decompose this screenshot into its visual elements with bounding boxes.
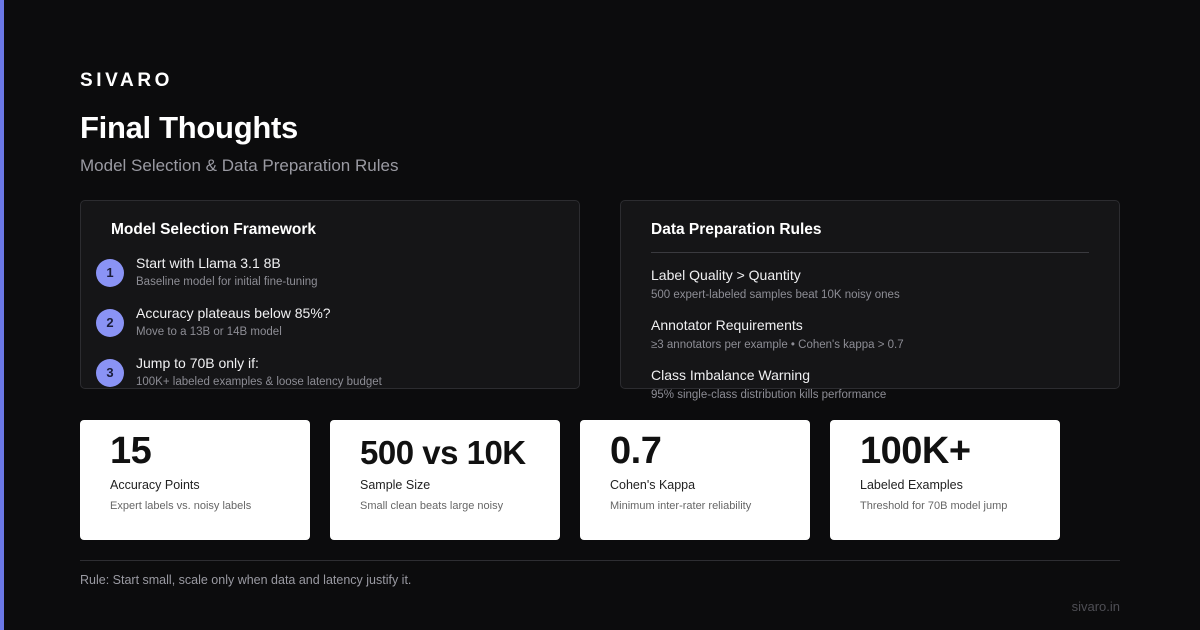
footer-divider (80, 560, 1120, 561)
step-title: Accuracy plateaus below 85%? (136, 305, 331, 321)
stat-description: Minimum inter-rater reliability (610, 500, 752, 512)
rule-title: Label Quality > Quantity (651, 267, 801, 283)
model-selection-panel: Model Selection Framework 1 Start with L… (80, 200, 580, 389)
step-number-badge: 2 (96, 309, 124, 337)
step-description: 100K+ labeled examples & loose latency b… (136, 376, 382, 388)
step-title: Start with Llama 3.1 8B (136, 255, 281, 271)
step-number-badge: 1 (96, 259, 124, 287)
rule-description: 500 expert-labeled samples beat 10K nois… (651, 289, 900, 301)
rule-description: ≥3 annotators per example • Cohen's kapp… (651, 339, 904, 351)
stat-card-accuracy: 15 Accuracy Points Expert labels vs. noi… (80, 420, 310, 540)
accent-bar (0, 0, 4, 630)
divider (651, 252, 1089, 253)
stat-description: Threshold for 70B model jump (860, 500, 1008, 512)
stat-value: 15 (110, 430, 152, 472)
page-title: Final Thoughts (80, 110, 298, 145)
stat-value: 500 vs 10K (360, 434, 526, 471)
stat-label: Accuracy Points (110, 478, 200, 492)
rule-description: 95% single-class distribution kills perf… (651, 389, 887, 401)
step-description: Move to a 13B or 14B model (136, 326, 282, 338)
stat-card-sample-size: 500 vs 10K Sample Size Small clean beats… (330, 420, 560, 540)
brand-logo: SIVARO (80, 70, 174, 91)
stat-value: 100K+ (860, 430, 971, 472)
footer-url[interactable]: sivaro.in (1072, 599, 1120, 614)
stat-label: Labeled Examples (860, 478, 963, 492)
step-number-badge: 3 (96, 359, 124, 387)
rule-title: Class Imbalance Warning (651, 367, 810, 383)
stat-description: Small clean beats large noisy (360, 500, 504, 512)
stat-label: Sample Size (360, 478, 431, 492)
page-subtitle: Model Selection & Data Preparation Rules (80, 156, 399, 175)
data-prep-heading: Data Preparation Rules (651, 221, 822, 238)
model-selection-heading: Model Selection Framework (111, 221, 316, 238)
footer-rule-text: Rule: Start small, scale only when data … (80, 573, 412, 587)
rule-title: Annotator Requirements (651, 317, 803, 333)
stat-value: 0.7 (610, 430, 662, 472)
stat-description: Expert labels vs. noisy labels (110, 500, 252, 512)
step-description: Baseline model for initial fine-tuning (136, 276, 318, 288)
stat-card-labeled-examples: 100K+ Labeled Examples Threshold for 70B… (830, 420, 1060, 540)
data-prep-panel: Data Preparation Rules Label Quality > Q… (620, 200, 1120, 401)
stat-label: Cohen's Kappa (610, 478, 696, 492)
step-title: Jump to 70B only if: (136, 355, 259, 371)
stat-card-kappa: 0.7 Cohen's Kappa Minimum inter-rater re… (580, 420, 810, 540)
